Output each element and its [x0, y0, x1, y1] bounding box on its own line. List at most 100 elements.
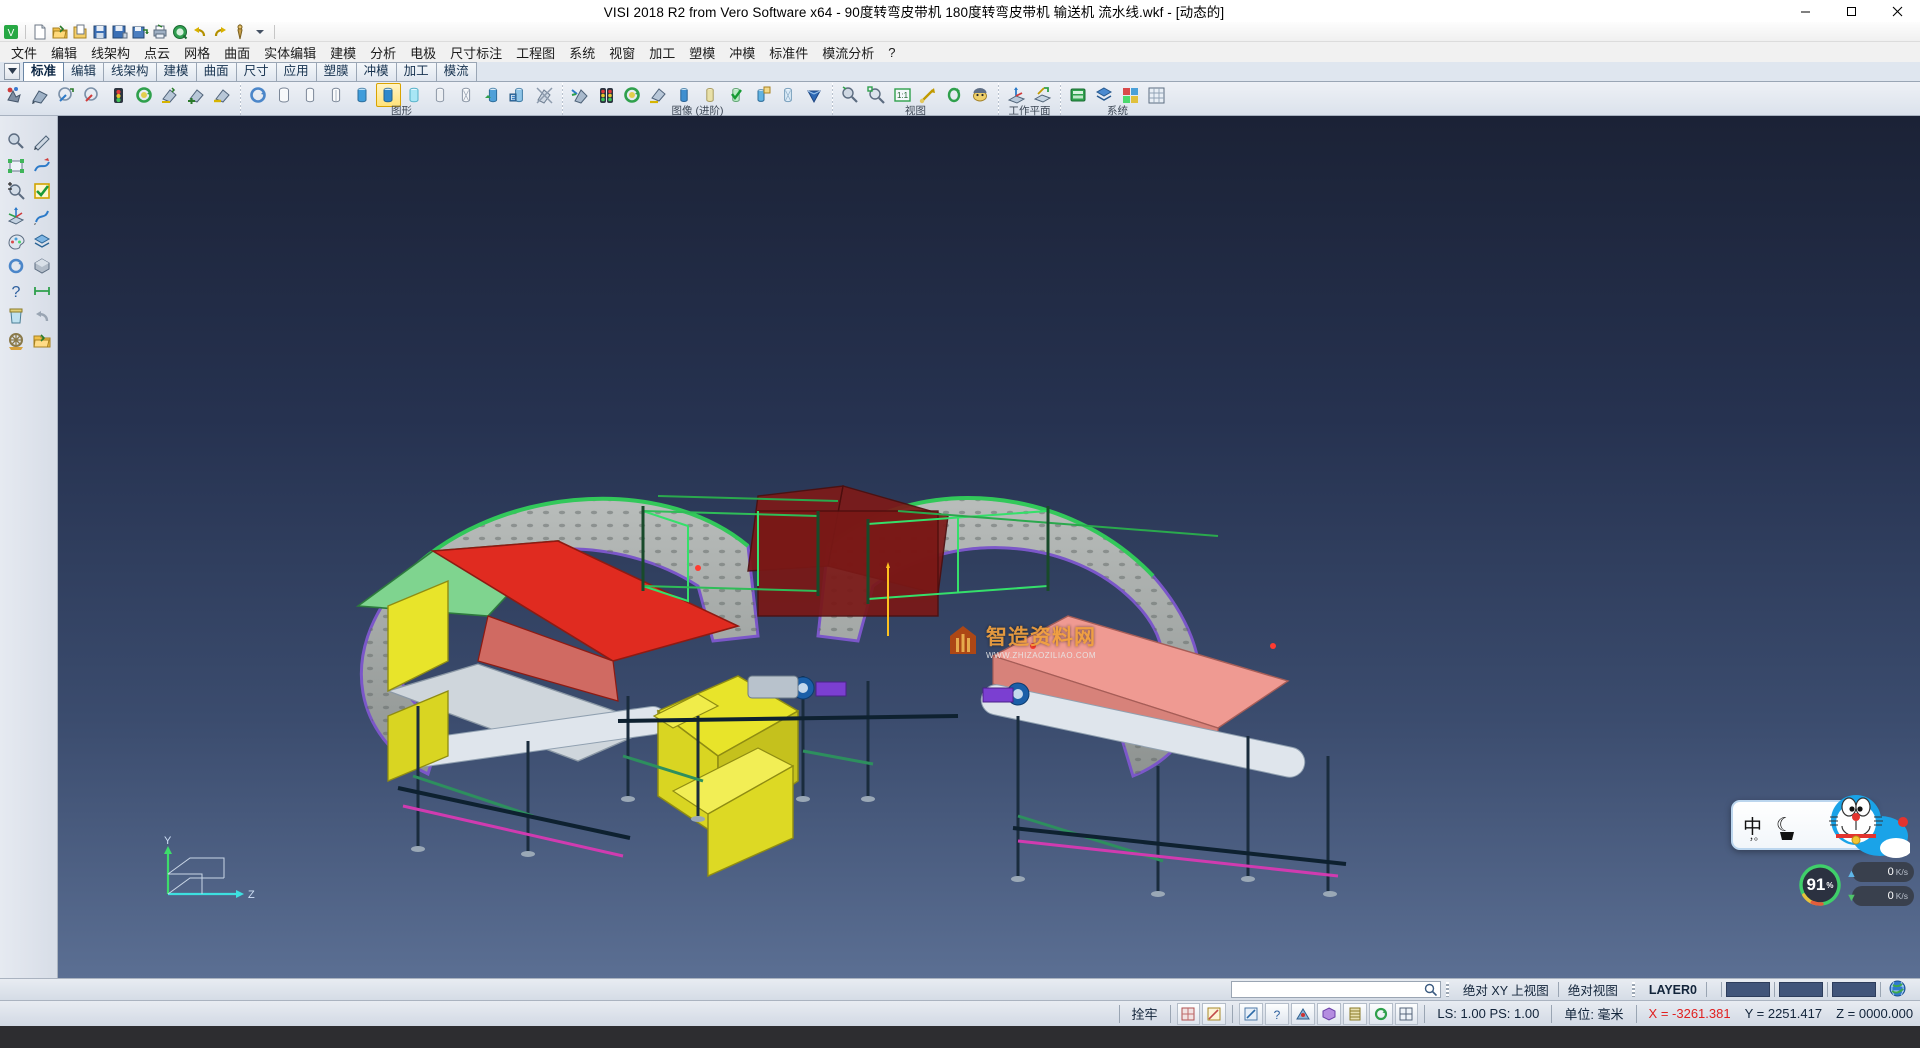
menu-item-12[interactable]: 系统 [562, 42, 602, 63]
ribbon-tab-mould[interactable]: 塑膜 [316, 62, 357, 81]
solid-cyan-icon[interactable] [402, 83, 427, 107]
view-mode-label[interactable]: 绝对视图 [1559, 980, 1627, 999]
helm-icon[interactable] [3, 328, 29, 353]
search-input[interactable] [1231, 981, 1441, 998]
spline-edit-icon[interactable] [29, 203, 55, 228]
save-icon[interactable] [91, 23, 109, 41]
globe-icon[interactable] [1881, 980, 1914, 1000]
solid-mesh-icon[interactable] [454, 83, 479, 107]
scale-1to1-icon[interactable]: 1:1 [890, 83, 915, 107]
viewport-canvas[interactable]: 智造资料网 WWW.ZHIZAOZILIAO.COM Y Z [58, 116, 1920, 978]
system-layers-icon[interactable] [1092, 83, 1117, 107]
redo-icon[interactable] [211, 23, 229, 41]
workplane-create-icon[interactable] [1030, 83, 1055, 107]
dimension-icon[interactable] [29, 278, 55, 303]
ribbon-tab-dimension[interactable]: 尺寸 [236, 62, 277, 81]
export-icon[interactable] [131, 23, 149, 41]
solid-cylinder-2-icon[interactable] [298, 83, 323, 107]
menu-item-4[interactable]: 网格 [177, 42, 217, 63]
image-cylinder-yellow-icon[interactable] [698, 83, 723, 107]
ribbon-tab-wireframe[interactable]: 线架构 [103, 62, 157, 81]
solid-cylinder-icon[interactable] [272, 83, 297, 107]
ribbon-tab-edit[interactable]: 编辑 [63, 62, 104, 81]
system-settings-icon[interactable] [1066, 83, 1091, 107]
image-wireframe-icon[interactable] [568, 83, 593, 107]
menu-item-16[interactable]: 冲模 [722, 42, 762, 63]
solid-blue-icon[interactable] [350, 83, 375, 107]
menu-item-15[interactable]: 塑模 [682, 42, 722, 63]
ribbon-collapse-icon[interactable] [4, 63, 20, 80]
zoom-fit-icon[interactable] [864, 83, 889, 107]
snap-layer-icon[interactable] [1343, 1003, 1367, 1025]
remove-entity-icon[interactable] [210, 83, 235, 107]
image-mesh-icon[interactable] [776, 83, 801, 107]
ribbon-tab-flow[interactable]: 模流 [436, 62, 477, 81]
zoom-window-icon[interactable] [838, 83, 863, 107]
image-transform-icon[interactable] [646, 83, 671, 107]
menu-item-11[interactable]: 工程图 [509, 42, 562, 63]
maximize-button[interactable] [1828, 0, 1874, 22]
menu-item-9[interactable]: 电极 [403, 42, 443, 63]
refresh-shape-icon[interactable] [132, 83, 157, 107]
ribbon-tab-press[interactable]: 冲模 [356, 62, 397, 81]
snap-intersection-icon[interactable] [1291, 1003, 1315, 1025]
ribbon-tab-modeling[interactable]: 建模 [156, 62, 197, 81]
print-icon[interactable] [151, 23, 169, 41]
snap-point-icon[interactable] [1202, 1003, 1226, 1025]
layer-label[interactable]: LAYER0 [1640, 983, 1706, 997]
undo-arrow-icon[interactable] [29, 303, 55, 328]
add-entity-icon[interactable] [184, 83, 209, 107]
snap-rotate-icon[interactable] [1369, 1003, 1393, 1025]
image-copy-icon[interactable] [750, 83, 775, 107]
menu-item-help[interactable]: ? [881, 44, 902, 61]
axis-move-icon[interactable] [3, 203, 29, 228]
workplane-axis-icon[interactable] [1004, 83, 1029, 107]
traffic-light-icon[interactable] [106, 83, 131, 107]
magnifier-icon[interactable] [3, 128, 29, 153]
menu-item-6[interactable]: 实体编辑 [257, 42, 323, 63]
pan-icon[interactable] [916, 83, 941, 107]
check-select-icon[interactable] [29, 178, 55, 203]
solid-selected-icon[interactable] [376, 83, 401, 107]
menu-item-2[interactable]: 线架构 [84, 42, 137, 63]
ribbon-tab-surface[interactable]: 曲面 [196, 62, 237, 81]
menu-item-10[interactable]: 尺寸标注 [443, 42, 509, 63]
palette-icon[interactable] [3, 228, 29, 253]
rotate-loop-icon[interactable] [3, 253, 29, 278]
app-logo-icon[interactable]: V [2, 23, 20, 41]
menu-item-18[interactable]: 模流分析 [815, 42, 881, 63]
ribbon-tab-apply[interactable]: 应用 [276, 62, 317, 81]
units-label[interactable]: 单位: 毫米 [1557, 1004, 1630, 1023]
undo-icon[interactable] [191, 23, 209, 41]
menu-item-13[interactable]: 视窗 [602, 42, 642, 63]
solid-hide-icon[interactable] [532, 83, 557, 107]
open-file-icon[interactable] [51, 23, 69, 41]
image-traffic-icon[interactable] [594, 83, 619, 107]
menu-item-3[interactable]: 点云 [137, 42, 177, 63]
rotate-icon[interactable] [942, 83, 967, 107]
snap-grid2-icon[interactable] [1395, 1003, 1419, 1025]
solid-grey-icon[interactable] [428, 83, 453, 107]
pick-tool-icon[interactable] [2, 83, 27, 107]
customize-dropdown-icon[interactable] [251, 23, 269, 41]
transform-icon[interactable] [158, 83, 183, 107]
snap-help-icon[interactable]: ? [1265, 1003, 1289, 1025]
delete-bin-icon[interactable] [3, 303, 29, 328]
measure-tool-icon[interactable] [28, 83, 53, 107]
solid-cylinder-3-icon[interactable] [324, 83, 349, 107]
menu-item-17[interactable]: 标准件 [762, 42, 815, 63]
color-swatch-2[interactable] [1779, 982, 1823, 997]
save-as-icon[interactable] [111, 23, 129, 41]
view-absolute-label[interactable]: 绝对 XY 上视图 [1454, 980, 1558, 999]
preview-icon[interactable] [171, 23, 189, 41]
zoom-plus-minus-icon[interactable] [3, 178, 29, 203]
snap-grid-icon[interactable] [1177, 1003, 1201, 1025]
ribbon-tab-machining[interactable]: 加工 [396, 62, 437, 81]
curve-edit-icon[interactable] [29, 153, 55, 178]
shade-icon[interactable] [968, 83, 993, 107]
image-cylinder-blue-icon[interactable] [672, 83, 697, 107]
menu-item-14[interactable]: 加工 [642, 42, 682, 63]
wireframe-line-icon[interactable] [54, 83, 79, 107]
image-check-icon[interactable] [724, 83, 749, 107]
snap-solid-icon[interactable] [1317, 1003, 1341, 1025]
